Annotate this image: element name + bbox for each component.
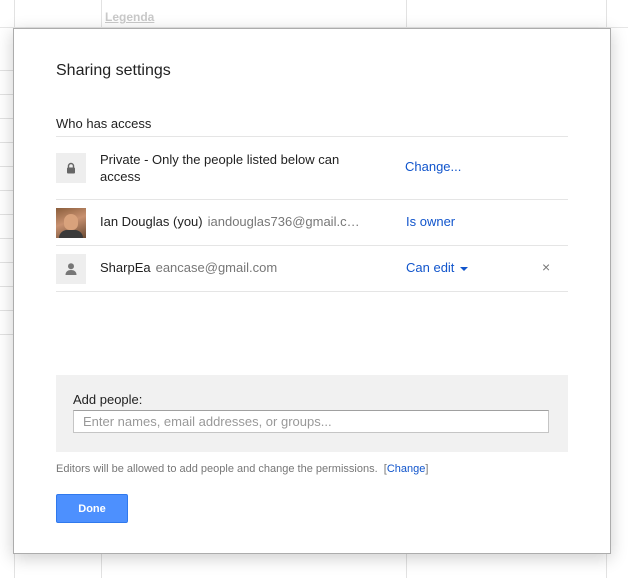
avatar-shirt [59,230,83,238]
visibility-description: Private - Only the people listed below c… [100,152,340,184]
who-has-access-label: Who has access [56,116,152,131]
grid-line [0,166,14,167]
add-people-label: Add people: [73,392,143,407]
owner-name: Ian Douglas (you) [100,214,203,229]
grid-line [0,334,14,335]
person-icon [56,254,86,284]
grid-line [0,286,14,287]
permissions-note: Editors will be allowed to add people an… [56,463,428,475]
grid-line [0,238,14,239]
grid-line [0,70,14,71]
owner-email: iandouglas736@gmail.com [207,214,360,229]
permission-dropdown[interactable]: Can edit [406,260,469,275]
access-list: Private - Only the people listed below c… [56,136,568,292]
permissions-note-text: Editors will be allowed to add people an… [56,463,378,475]
column-header-cell[interactable]: Legenda [105,10,154,24]
permission-dropdown-label: Can edit [406,260,455,275]
grid-line [0,190,14,191]
avatar-face [64,214,78,230]
access-row-owner: Ian Douglas (you) iandouglas736@gmail.com… [56,199,568,245]
grid-line [0,94,14,95]
chevron-down-icon [460,266,469,271]
editor-email: eancase@gmail.com [155,260,278,275]
lock-icon [56,153,86,183]
dialog-title: Sharing settings [56,62,171,79]
change-visibility-link[interactable]: Change... [405,159,461,174]
access-row-visibility: Private - Only the people listed below c… [56,136,568,199]
editor-info: SharpEa eancase@gmail.com [100,259,277,276]
grid-line [0,214,14,215]
editor-name: SharpEa [100,260,151,275]
note-close-bracket: ] [425,463,429,475]
owner-info: Ian Douglas (you) iandouglas736@gmail.com [100,213,360,230]
done-button[interactable]: Done [56,494,128,523]
add-people-input[interactable] [73,410,549,433]
grid-line [0,310,14,311]
remove-user-icon[interactable]: × [542,259,550,275]
change-permissions-link[interactable]: Change [387,463,426,475]
owner-role-label: Is owner [406,214,456,229]
grid-line [0,262,14,263]
grid-line [0,142,14,143]
user-avatar [56,208,86,238]
access-row-editor: SharpEa eancase@gmail.com Can edit × [56,245,568,292]
sharing-settings-dialog: Sharing settings Who has access Private … [13,28,611,554]
grid-line [0,118,14,119]
add-people-panel: Add people: [56,375,568,452]
